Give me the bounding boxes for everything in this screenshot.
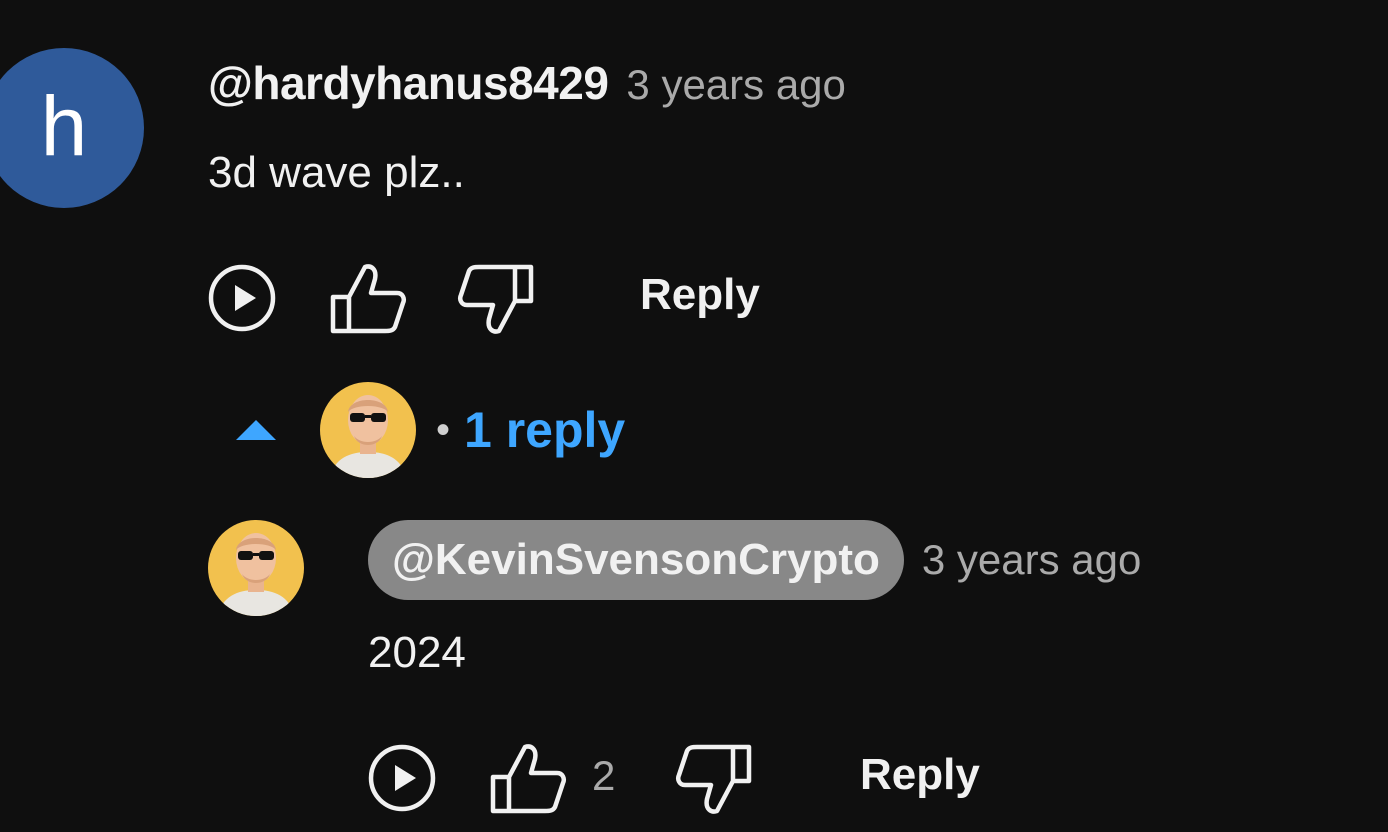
reply-reply-button[interactable]: Reply	[860, 750, 980, 800]
comment-text: 3d wave plz..	[208, 148, 465, 197]
reply-text: 2024	[368, 628, 466, 677]
reply-button[interactable]: Reply	[640, 270, 760, 320]
avatar-letter: h	[40, 79, 88, 173]
reply-like-count: 2	[592, 752, 616, 799]
replies-toggle[interactable]: • 1 reply	[234, 380, 625, 480]
reply-header: @KevinSvensonCrypto 3 years ago	[368, 520, 1141, 600]
caret-up-icon	[236, 420, 276, 440]
thumbs-up-icon	[490, 744, 566, 814]
replies-count: 1 reply	[464, 402, 626, 458]
play-circle-icon	[208, 264, 276, 332]
author-avatar[interactable]: h	[0, 48, 144, 208]
reply-play-button[interactable]	[366, 742, 438, 814]
play-circle-icon	[368, 744, 436, 812]
reply-author-photo	[208, 520, 304, 616]
reply-author-avatar[interactable]	[208, 520, 304, 616]
thumbs-up-icon	[330, 264, 406, 334]
play-button[interactable]	[206, 262, 278, 334]
reply-like-button[interactable]	[488, 740, 568, 816]
reply-timestamp[interactable]: 3 years ago	[922, 536, 1141, 584]
comment-header: @hardyhanus8429 3 years ago	[208, 56, 846, 110]
replies-bullet: •	[436, 407, 451, 452]
comment-author[interactable]: @hardyhanus8429	[208, 56, 609, 110]
like-button[interactable]	[328, 260, 408, 336]
reply-author-chip[interactable]: @KevinSvensonCrypto	[368, 520, 904, 600]
dislike-button[interactable]	[456, 262, 536, 338]
thumbs-down-icon	[676, 744, 752, 814]
thumbs-down-icon	[458, 264, 534, 334]
reply-dislike-button[interactable]	[674, 742, 754, 818]
reply-author-avatar-small	[320, 382, 416, 478]
comment-timestamp[interactable]: 3 years ago	[626, 61, 845, 109]
